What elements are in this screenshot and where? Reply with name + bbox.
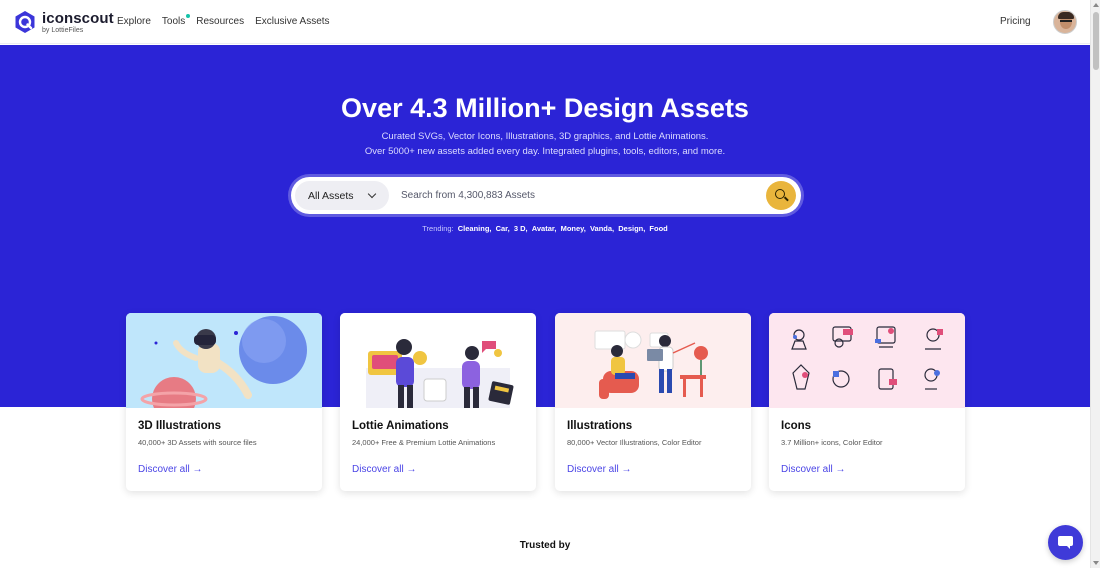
- discover-all-link[interactable]: Discover all →: [567, 464, 631, 475]
- nav-explore[interactable]: Explore: [117, 16, 151, 27]
- trusted-by-heading: Trusted by: [519, 540, 571, 551]
- nav-exclusive-assets[interactable]: Exclusive Assets: [255, 16, 329, 27]
- page-scrollbar[interactable]: [1090, 0, 1100, 568]
- card-description: 24,000+ Free & Premium Lottie Animations: [352, 438, 496, 447]
- trending-tag[interactable]: Food: [649, 224, 667, 233]
- hero-subtitle-line1: Curated SVGs, Vector Icons, Illustration…: [381, 131, 709, 142]
- nav-resources[interactable]: Resources: [196, 16, 244, 27]
- logo-icon: [15, 11, 35, 33]
- card-description: 3.7 Million+ icons, Color Editor: [781, 438, 883, 447]
- scroll-up-icon[interactable]: [1093, 3, 1099, 7]
- asset-type-dropdown[interactable]: All Assets: [295, 181, 389, 210]
- trending-tag[interactable]: Money,: [561, 224, 586, 233]
- hero-title: Over 4.3 Million+ Design Assets: [341, 93, 749, 123]
- trending-tags: Trending: Cleaning, Car, 3 D, Avatar, Mo…: [0, 224, 1090, 233]
- scroll-thumb[interactable]: [1093, 12, 1099, 70]
- top-navbar: iconscout by LottieFiles Explore Tools R…: [0, 0, 1090, 44]
- trending-tag[interactable]: Design,: [618, 224, 645, 233]
- discover-all-link[interactable]: Discover all →: [138, 464, 202, 475]
- logo-subtitle: by LottieFiles: [42, 26, 84, 34]
- 3d-illustration-thumbnail: [126, 313, 322, 408]
- chat-button[interactable]: [1048, 525, 1083, 560]
- search-input[interactable]: [401, 186, 741, 204]
- search-bar: All Assets: [291, 177, 801, 214]
- nav-pricing[interactable]: Pricing: [1000, 16, 1031, 27]
- card-title: 3D Illustrations: [138, 420, 222, 432]
- main-nav: Explore Tools Resources Exclusive Assets: [117, 14, 341, 27]
- card-title: Lottie Animations: [352, 420, 449, 432]
- discover-all-link[interactable]: Discover all →: [781, 464, 845, 475]
- search-button[interactable]: [766, 181, 796, 210]
- card-title: Illustrations: [567, 420, 633, 432]
- logo[interactable]: iconscout by LottieFiles: [14, 10, 114, 34]
- nav-tools-label: Tools: [161, 16, 186, 27]
- card-description: 80,000+ Vector Illustrations, Color Edit…: [567, 438, 702, 447]
- category-card-icons[interactable]: Icons 3.7 Million+ icons, Color Editor D…: [769, 313, 965, 491]
- asset-type-value: All Assets: [308, 189, 354, 202]
- icons-thumbnail: [769, 313, 965, 408]
- chevron-down-icon: [367, 189, 377, 199]
- card-title: Icons: [781, 420, 812, 432]
- category-card-illustrations[interactable]: Illustrations 80,000+ Vector Illustratio…: [555, 313, 751, 491]
- card-description: 40,000+ 3D Assets with source files: [138, 438, 257, 447]
- new-dot-icon: [186, 14, 191, 18]
- discover-all-link[interactable]: Discover all →: [352, 464, 416, 475]
- trending-tag[interactable]: Car,: [496, 224, 510, 233]
- category-card-3d-illustrations[interactable]: 3D Illustrations 40,000+ 3D Assets with …: [126, 313, 322, 491]
- trending-tag[interactable]: Avatar,: [532, 224, 557, 233]
- scroll-down-icon[interactable]: [1093, 561, 1099, 565]
- illustration-thumbnail: [555, 313, 751, 408]
- trending-tag[interactable]: Cleaning,: [458, 224, 492, 233]
- nav-tools[interactable]: Tools: [161, 14, 191, 27]
- logo-name: iconscout: [42, 9, 114, 27]
- hero-subtitle-line2: Over 5000+ new assets added every day. I…: [364, 146, 726, 157]
- trending-tag[interactable]: Vanda,: [590, 224, 614, 233]
- trending-tag[interactable]: 3 D,: [514, 224, 528, 233]
- trending-label: Trending:: [422, 224, 454, 233]
- user-avatar[interactable]: [1053, 10, 1077, 34]
- category-card-lottie-animations[interactable]: Lottie Animations 24,000+ Free & Premium…: [340, 313, 536, 491]
- lottie-animation-thumbnail: [340, 313, 536, 408]
